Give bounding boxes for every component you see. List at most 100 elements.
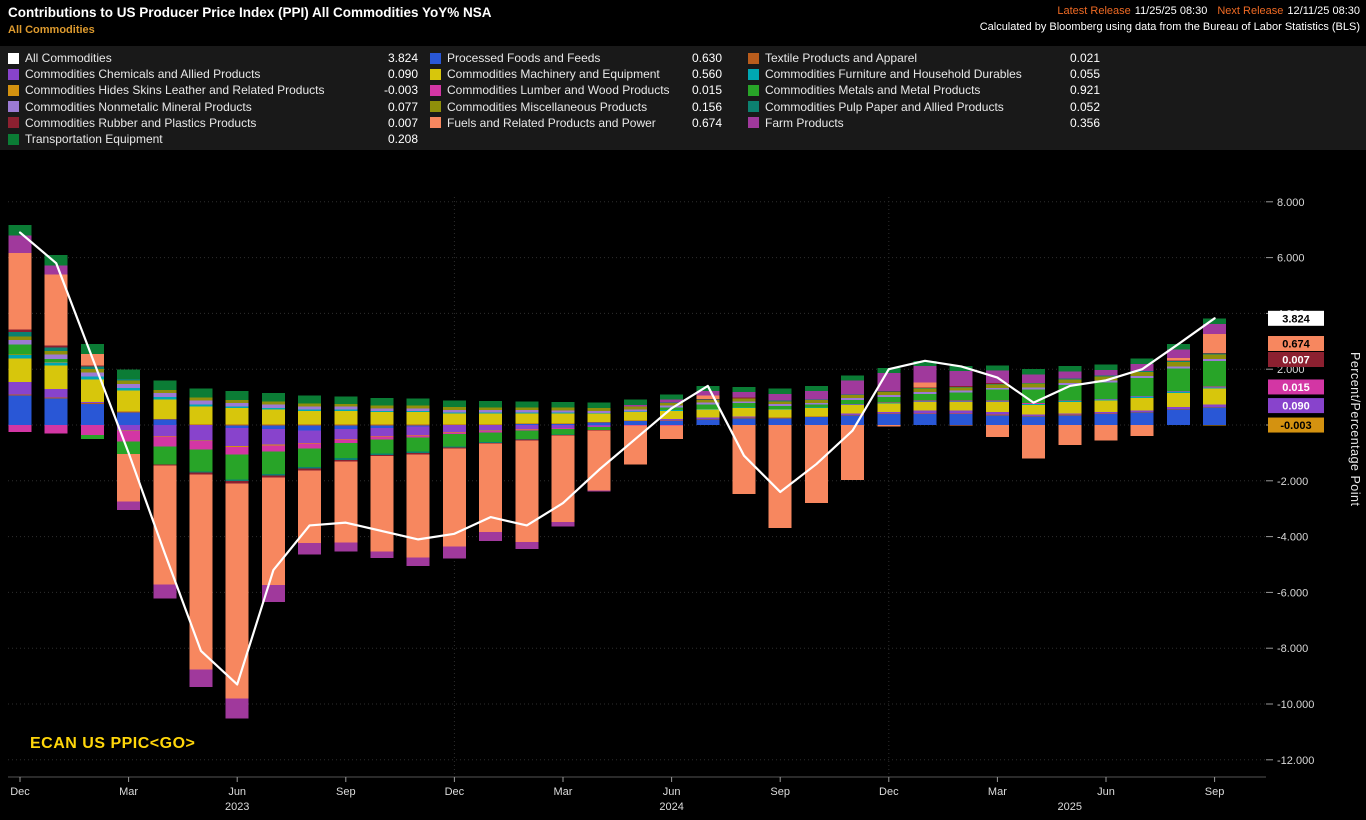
legend-swatch — [8, 101, 19, 113]
bar-segment-metals — [877, 396, 901, 403]
bar-segment-transportation — [732, 386, 756, 393]
bar-segment-machinery — [370, 412, 394, 425]
bar-segment-machinery — [225, 407, 249, 425]
bar-segment-hides — [298, 443, 322, 444]
bar-segment-nonmetalic_minerals — [623, 409, 647, 412]
bar-segment-metals — [515, 430, 539, 439]
bar-segment-transportation — [660, 394, 684, 400]
bar-segment-nonmetalic_minerals — [44, 354, 68, 360]
bar-segment-chemicals — [225, 427, 249, 446]
bar-segment-machinery — [949, 402, 973, 411]
bar-segment-chemicals — [442, 425, 466, 432]
bar-segment-processed_foods — [1094, 413, 1118, 425]
legend-item-transportation[interactable]: Transportation Equipment 0.208 — [8, 131, 418, 147]
series-selector[interactable]: All Commodities — [8, 24, 492, 36]
bar-segment-processed_foods — [877, 413, 901, 425]
legend-item-lumber[interactable]: Commodities Lumber and Wood Products 0.01… — [430, 82, 722, 98]
legend-item-fuels[interactable]: Fuels and Related Products and Power 0.67… — [430, 115, 722, 131]
bar-segment-transportation — [298, 395, 322, 404]
bar-segment-hides — [44, 361, 68, 363]
bar-segment-lumber — [261, 445, 285, 452]
chart-area[interactable]: 8.0006.0004.0002.0000.000-2.000-4.000-6.… — [0, 155, 1366, 815]
legend-item-metals[interactable]: Commodities Metals and Metal Products 0.9… — [748, 82, 1100, 98]
legend-item-machinery[interactable]: Commodities Machinery and Equipment 0.560 — [430, 66, 722, 82]
bar-segment-chemicals — [8, 382, 32, 395]
legend-series-label: Commodities Miscellaneous Products — [447, 99, 648, 114]
bar-segment-textiles — [732, 417, 756, 419]
legend-series-value: 0.356 — [1069, 115, 1100, 130]
bar-segment-pulp_paper — [768, 400, 792, 402]
legend-item-farm[interactable]: Farm Products 0.356 — [748, 115, 1100, 131]
bar-segment-processed_foods — [985, 415, 1009, 425]
bar-segment-pulp_paper — [117, 379, 141, 381]
bar-segment-hides — [153, 436, 177, 437]
x-axis-tick-label: Dec — [10, 786, 30, 798]
legend-item-furniture[interactable]: Commodities Furniture and Household Dura… — [748, 66, 1100, 82]
bar-segment-transportation — [261, 393, 285, 402]
legend-column-2: Processed Foods and Feeds 0.630 Commoditie… — [430, 50, 722, 131]
bar-segment-metals — [1130, 377, 1154, 396]
bar-segment-furniture — [8, 354, 32, 359]
legend-series-label: Commodities Pulp Paper and Allied Produc… — [765, 99, 1004, 114]
bar-segment-chemicals — [949, 410, 973, 414]
chart-svg[interactable]: 8.0006.0004.0002.0000.000-2.000-4.000-6.… — [0, 155, 1366, 815]
bar-segment-metals — [8, 344, 32, 355]
bar-segment-pulp_paper — [515, 438, 539, 440]
bar-segment-furniture — [479, 412, 503, 414]
bar-segment-textiles — [117, 411, 141, 413]
legend-item-pulp_paper[interactable]: Commodities Pulp Paper and Allied Produc… — [748, 99, 1100, 115]
bar-segment-textiles — [985, 414, 1009, 416]
bar-segment-fuels — [949, 425, 973, 426]
bar-segment-furniture — [1166, 391, 1190, 393]
legend-series-value: 0.208 — [387, 132, 418, 147]
bar-segment-pulp_paper — [442, 446, 466, 448]
bar-segment-metals — [732, 403, 756, 408]
bar-segment-miscellaneous — [913, 388, 937, 393]
bar-segment-chemicals — [406, 426, 430, 435]
legend-item-textiles[interactable]: Textile Products and Apparel 0.021 — [748, 50, 1100, 66]
x-axis-tick-label: Mar — [988, 786, 1007, 798]
bar-segment-miscellaneous — [442, 407, 466, 410]
legend-series-label: Transportation Equipment — [25, 132, 163, 147]
bar-segment-textiles — [44, 397, 68, 399]
bar-segment-furniture — [732, 407, 756, 409]
x-axis-tick-label: Dec — [879, 786, 899, 798]
legend-item-processed_foods[interactable]: Processed Foods and Feeds 0.630 — [430, 50, 722, 66]
bar-segment-chemicals — [80, 401, 104, 404]
bar-segment-furniture — [298, 409, 322, 411]
bar-segment-fuels — [1203, 334, 1227, 353]
legend-item-nonmetalic_minerals[interactable]: Commodities Nonmetalic Mineral Products 0… — [8, 99, 418, 115]
last-value-badge-label: 0.090 — [1282, 401, 1310, 413]
bar-segment-machinery — [587, 413, 611, 422]
legend-item-hides[interactable]: Commodities Hides Skins Leather and Rela… — [8, 82, 418, 98]
legend-series-label: Farm Products — [765, 115, 844, 130]
bar-segment-chemicals — [261, 429, 285, 445]
bar-segment-rubber_plastics — [225, 481, 249, 484]
bar-segment-machinery — [298, 410, 322, 425]
bar-segment-textiles — [696, 419, 720, 420]
legend-series-label: Commodities Lumber and Wood Products — [447, 83, 670, 98]
bar-segment-miscellaneous — [551, 407, 575, 411]
bar-segment-farm — [551, 522, 575, 527]
bar-segment-nonmetalic_minerals — [442, 409, 466, 413]
bar-segment-furniture — [44, 362, 68, 366]
bar-segment-nonmetalic_minerals — [189, 400, 213, 405]
bar-segment-lumber — [1130, 395, 1154, 397]
terminal-command: ECAN US PPIC<GO> — [30, 735, 196, 752]
bar-segment-lumber — [587, 426, 611, 428]
bar-segment-lumber — [1094, 399, 1118, 400]
bar-segment-farm — [370, 551, 394, 558]
bar-segment-machinery — [732, 407, 756, 417]
x-axis-year-label: 2024 — [659, 801, 683, 813]
bar-segment-textiles — [949, 413, 973, 414]
legend-item-miscellaneous[interactable]: Commodities Miscellaneous Products 0.156 — [430, 99, 722, 115]
legend-item-all_commodities[interactable]: All Commodities 3.824 — [8, 50, 418, 66]
legend-item-chemicals[interactable]: Commodities Chemicals and Allied Product… — [8, 66, 418, 82]
legend-item-rubber_plastics[interactable]: Commodities Rubber and Plastics Products… — [8, 115, 418, 131]
legend-series-value: 3.824 — [387, 51, 418, 66]
bar-segment-miscellaneous — [1058, 379, 1082, 384]
bar-segment-machinery — [515, 413, 539, 424]
bar-segment-nonmetalic_minerals — [334, 406, 358, 410]
bar-segment-fuels — [442, 448, 466, 547]
bar-segment-farm — [623, 405, 647, 407]
